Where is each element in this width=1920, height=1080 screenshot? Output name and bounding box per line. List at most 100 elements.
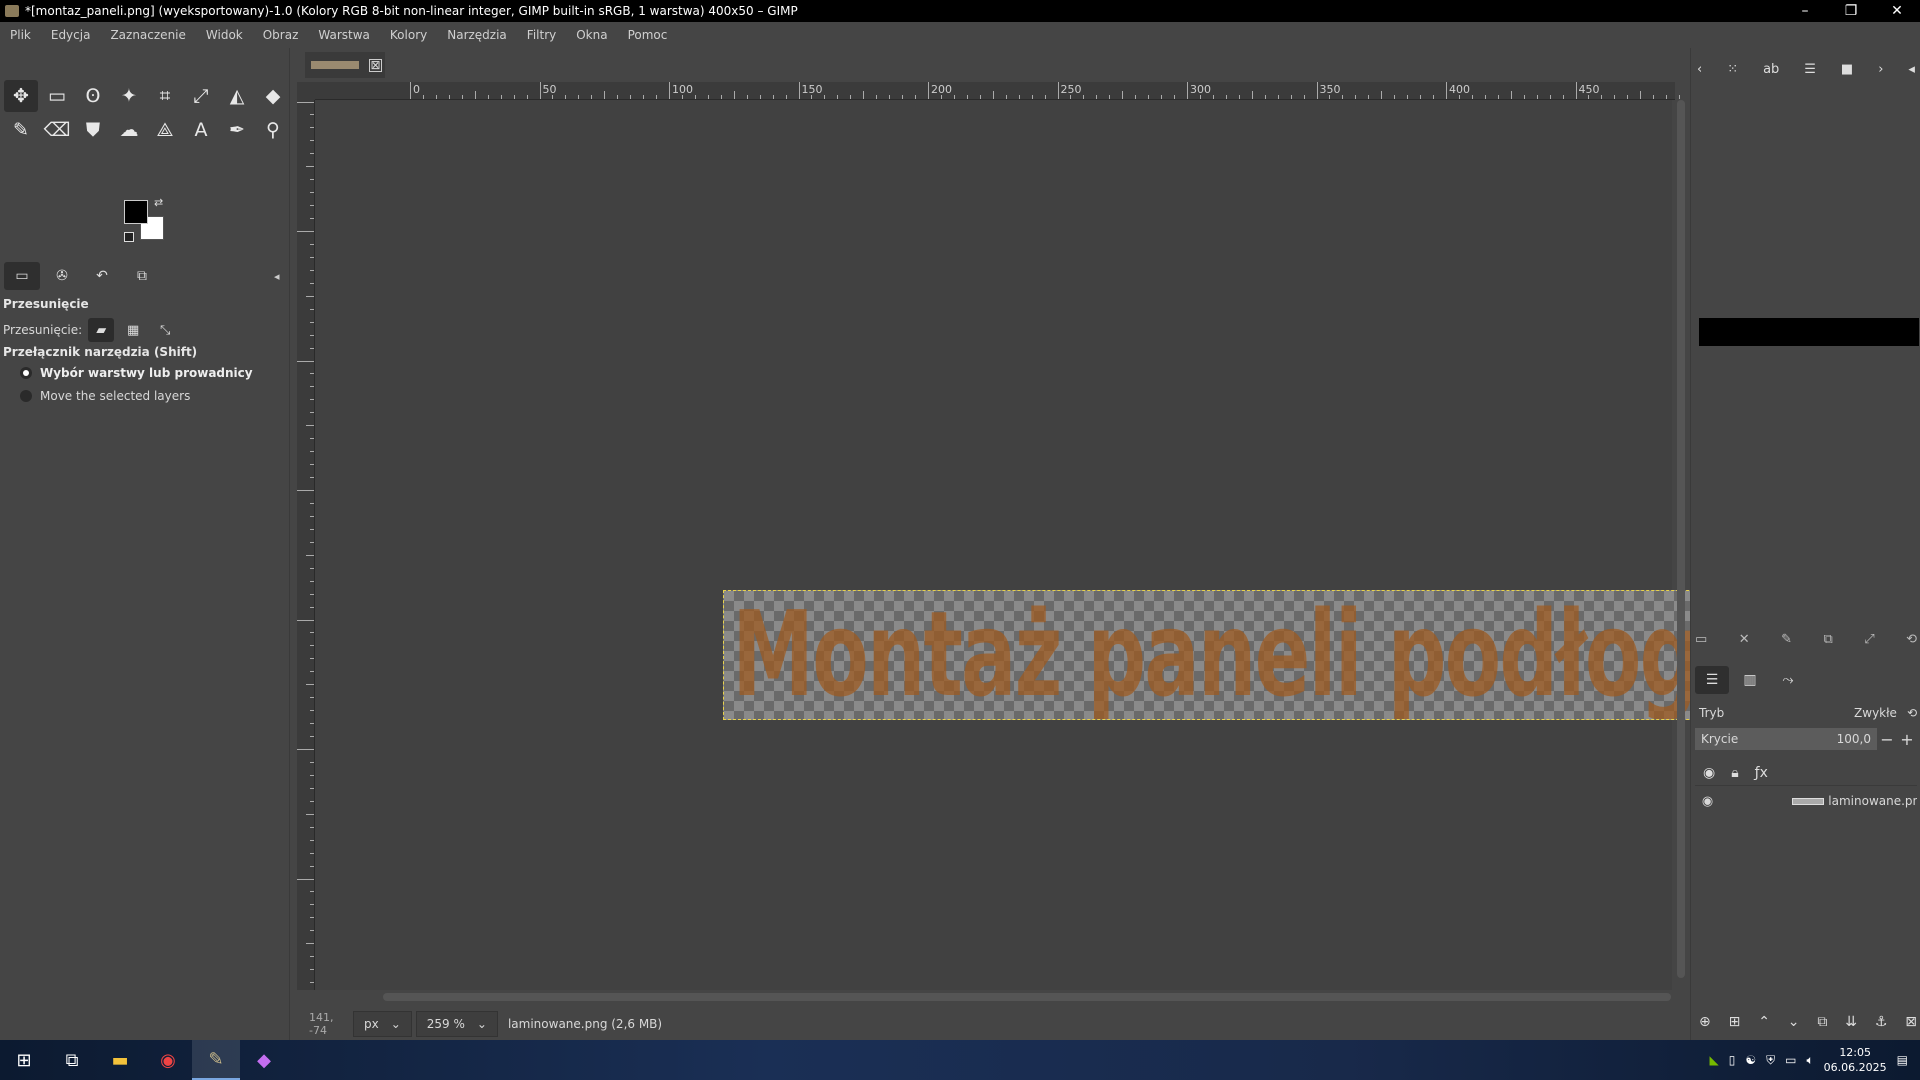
paths-tool-icon[interactable]: ⟁ [148, 114, 182, 146]
warp-transform-tool-icon[interactable]: ◭ [220, 80, 254, 112]
layer-row[interactable]: ◉ laminowane.png [1695, 788, 1917, 814]
ruler-corner[interactable] [297, 82, 315, 100]
radio-move-selected[interactable]: Move the selected layers [20, 389, 190, 403]
move-path-icon[interactable]: ⤡ [152, 318, 178, 342]
smudge-tool-icon[interactable]: ☁ [112, 114, 146, 146]
chrome-icon[interactable]: ◉ [144, 1040, 192, 1080]
tool-options-tab-icon[interactable]: ▭ [4, 262, 40, 290]
unified-transform-tool-icon[interactable]: ⤢ [184, 80, 218, 112]
minimize-button[interactable]: – [1782, 0, 1828, 22]
security-icon[interactable]: ⛨ [1766, 1053, 1775, 1068]
close-image-icon[interactable]: ⊠ [369, 58, 382, 72]
radio-pick-layer-indicator[interactable] [20, 367, 32, 379]
menu-filtry[interactable]: Filtry [517, 28, 566, 42]
clone-tool-icon[interactable]: ⛊ [76, 114, 110, 146]
brush-preview[interactable] [1699, 318, 1919, 346]
start-icon[interactable]: ⊞ [0, 1040, 48, 1080]
device-icon[interactable]: ▯ [1729, 1053, 1736, 1067]
new-brush-icon[interactable]: ▭ [1695, 632, 1707, 647]
duplicate-layer-icon[interactable]: ⧉ [1817, 1014, 1827, 1030]
text-tool-icon[interactable]: A [184, 114, 218, 146]
rect-select-tool-icon[interactable]: ▭ [40, 80, 74, 112]
dock-menu-icon[interactable]: ◂ [274, 270, 280, 283]
close-button[interactable]: ✕ [1874, 0, 1920, 22]
device-status-tab-icon[interactable]: ✇ [44, 262, 80, 290]
reset-colors-icon[interactable] [124, 232, 134, 242]
file-explorer-icon[interactable]: ▬ [96, 1040, 144, 1080]
foreground-color-swatch[interactable] [124, 200, 148, 224]
layer-mode-value[interactable]: Zwykłe [1854, 706, 1907, 720]
image-tab[interactable]: ⊠ [305, 52, 385, 78]
color-picker-tool-icon[interactable]: ✒ [220, 114, 254, 146]
free-select-tool-icon[interactable]: ʘ [76, 80, 110, 112]
vertical-scrollbar[interactable] [1677, 100, 1685, 978]
menu-narzedzia[interactable]: Narzędzia [437, 28, 517, 42]
paths-tab-icon[interactable]: ⤳ [1771, 666, 1805, 694]
horizontal-scrollbar[interactable] [383, 993, 1671, 1001]
duplicate-brush-icon[interactable]: ⧉ [1823, 632, 1832, 647]
raise-layer-icon[interactable]: ⌃ [1758, 1014, 1770, 1030]
bucket-fill-tool-icon[interactable]: ◆ [256, 80, 290, 112]
move-tool-icon[interactable]: ✥ [4, 80, 38, 112]
image-canvas[interactable]: Montaż paneli podłogowych [723, 590, 1759, 720]
merge-layer-icon[interactable]: ⇊ [1845, 1014, 1857, 1030]
zoom-tool-icon[interactable]: ⚲ [256, 114, 290, 146]
crop-tool-icon[interactable]: ⌗ [148, 80, 182, 112]
move-layer-icon[interactable]: ▰ [88, 318, 115, 342]
layer-name[interactable]: laminowane.png [1824, 794, 1917, 808]
radio-move-selected-indicator[interactable] [20, 390, 32, 402]
delete-brush-icon[interactable]: ✕ [1739, 632, 1750, 647]
visibility-icon[interactable]: ◉ [1703, 765, 1715, 781]
opacity-slider[interactable]: Krycie 100,0 [1695, 728, 1877, 750]
swap-colors-icon[interactable]: ⇄ [154, 196, 163, 209]
menu-plik[interactable]: Plik [0, 28, 41, 42]
horizontal-ruler[interactable]: 0 50 100 150 200 250 300 350 400 450 [315, 82, 1694, 100]
layers-tab-icon[interactable]: ☰ [1695, 666, 1729, 694]
opacity-decrease-icon[interactable]: − [1877, 730, 1897, 749]
layer-mode-row[interactable]: Tryb Zwykłe ⟲ [1695, 701, 1917, 725]
mode-reset-icon[interactable]: ⟲ [1907, 706, 1917, 720]
paintbrush-tool-icon[interactable]: ✎ [4, 114, 38, 146]
effects-icon[interactable]: ƒx [1755, 765, 1768, 781]
menu-okna[interactable]: Okna [566, 28, 617, 42]
gimp-taskbar-icon[interactable]: ✎ [192, 1040, 240, 1080]
menu-zaznaczenie[interactable]: Zaznaczenie [100, 28, 195, 42]
clock[interactable]: 12:05 06.06.2025 [1824, 1045, 1887, 1075]
task-view-icon[interactable]: ⧉ [48, 1040, 96, 1080]
zoom-select[interactable]: 259 % ⌄ [415, 1011, 498, 1037]
refresh-brush-icon[interactable]: ⤢ [1864, 632, 1874, 647]
new-layer-icon[interactable]: ⊕ [1699, 1014, 1711, 1030]
vertical-ruler[interactable] [297, 100, 315, 990]
volume-icon[interactable]: 🔈︎ [1806, 1053, 1813, 1068]
patterns-tab-icon[interactable]: ■ [1841, 62, 1853, 77]
chevron-right-icon[interactable]: › [1878, 62, 1883, 77]
opacity-increase-icon[interactable]: + [1897, 730, 1917, 749]
lower-layer-icon[interactable]: ⌄ [1788, 1014, 1800, 1030]
move-selection-icon[interactable]: ▦ [120, 318, 146, 342]
nvidia-icon[interactable]: ◣ [1710, 1053, 1719, 1067]
layer-visibility-icon[interactable]: ◉ [1695, 794, 1720, 809]
channels-tab-icon[interactable]: ▥ [1733, 666, 1767, 694]
canvas-area[interactable]: Montaż paneli podłogowych [315, 100, 1759, 990]
layers-stack-tab-icon[interactable]: ☰ [1804, 62, 1816, 77]
undo-history-tab-icon[interactable]: ↶ [84, 262, 120, 290]
restore-button[interactable]: ❐ [1828, 0, 1874, 22]
open-brush-icon[interactable]: ⟲ [1906, 632, 1917, 647]
fonts-tab-icon[interactable]: ab [1763, 62, 1779, 77]
menu-warstwa[interactable]: Warstwa [308, 28, 380, 42]
menu-widok[interactable]: Widok [196, 28, 253, 42]
eraser-tool-icon[interactable]: ⌫ [40, 114, 74, 146]
delete-layer-icon[interactable]: ⊠ [1905, 1014, 1917, 1030]
brushes-tab-icon[interactable]: ⁙ [1727, 62, 1738, 77]
paint-app-icon[interactable]: ◆ [240, 1040, 288, 1080]
network-icon[interactable]: ▭ [1785, 1053, 1796, 1067]
chevron-left-icon[interactable]: ‹ [1697, 62, 1702, 77]
radio-pick-layer[interactable]: Wybór warstwy lub prowadnicy [20, 366, 253, 380]
dock-menu-icon[interactable]: ◂ [1908, 62, 1915, 77]
edit-brush-icon[interactable]: ✎ [1781, 632, 1792, 647]
lock-icon[interactable]: 🔒︎ [1731, 765, 1738, 781]
notifications-icon[interactable]: ▤ [1897, 1053, 1908, 1067]
anchor-layer-icon[interactable]: ⚓︎ [1875, 1014, 1888, 1030]
menu-pomoc[interactable]: Pomoc [618, 28, 678, 42]
menu-kolory[interactable]: Kolory [380, 28, 437, 42]
